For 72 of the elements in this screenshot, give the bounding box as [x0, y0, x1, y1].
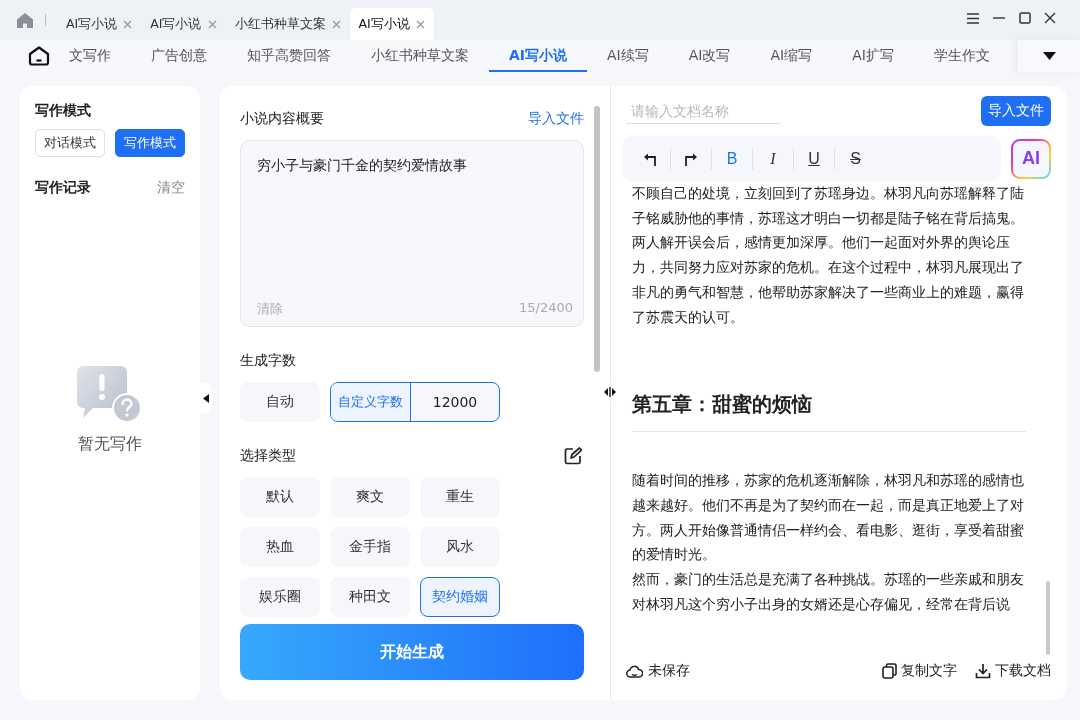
nav-tab[interactable]: 知乎高赞回答 [227, 40, 351, 72]
tab[interactable]: 小红书种草文案 [225, 8, 350, 40]
home-icon[interactable] [17, 12, 33, 28]
genre-option[interactable]: 娱乐圈 [240, 577, 320, 617]
nav-tab[interactable]: 学生作文 [913, 40, 1010, 72]
redo-icon [684, 151, 698, 166]
genre-option[interactable]: 热血 [240, 527, 320, 567]
scrollbar-thumb[interactable] [1046, 581, 1050, 655]
nav-tab[interactable]: AI写小说 [489, 40, 588, 72]
save-status: 未保存 [648, 662, 690, 680]
nav-tab[interactable]: AI缩写 [750, 40, 833, 72]
copy-icon [882, 663, 897, 679]
paragraph: 不顾自己的处境，立刻回到了苏瑶身边。林羽凡向苏瑶解释了陆子铭威胁他的事情，苏瑶这才明白一切都是陆子铭在背后搞鬼。两人解开误会后，感情更加深厚。他们一起面对外界的舆论压力，共同努力应对苏家的危机。在这个过程中，林羽凡展现出了非凡的勇气和智慧，他帮助苏家解决了一些商业上的难题，赢得了苏震天的认可。 [632, 184, 1025, 327]
field-label: 小说内容概要 [240, 110, 324, 128]
bold-button[interactable]: B [712, 147, 753, 170]
strike-button[interactable]: S [835, 147, 876, 170]
caret-left-icon [203, 393, 209, 403]
paragraph: 随着时间的推移，苏家的危机逐渐解除，林羽凡和苏瑶的感情也越来越好。他们不再是为了契约而在一起，而是真正地爱上了对方。两人开始像普通情侣一样约会、看电影、逛街，享受着甜蜜的爱情时光。 [632, 471, 1025, 565]
word-count-option[interactable]: 自动 [240, 382, 320, 422]
house-logo-icon[interactable] [28, 46, 50, 66]
summary-field[interactable]: 穷小子与豪门千金的契约爱情故事 清除 15/2400 [240, 140, 584, 327]
download-icon [975, 663, 991, 679]
nav-tab[interactable]: AI扩写 [832, 40, 914, 72]
nav-tab[interactable]: AI改写 [668, 40, 751, 72]
scrollbar-thumb[interactable] [594, 106, 600, 372]
section-title: 写作记录 [35, 179, 91, 197]
nav-tab[interactable]: AI续写 [587, 40, 669, 72]
nav-tab[interactable]: 文写作 [67, 40, 131, 72]
field-label: 生成字数 [240, 352, 296, 370]
clear-link[interactable]: 清空 [157, 179, 185, 197]
copy-text-button[interactable]: 复制文字 [882, 662, 957, 680]
genre-option[interactable]: 风水 [420, 527, 500, 567]
ai-button[interactable]: AI [1011, 138, 1051, 179]
tab[interactable]: AI写小说 [141, 8, 226, 40]
maximize-icon[interactable] [1019, 12, 1031, 24]
custom-count-field[interactable]: 自定义字数 12000 [330, 382, 500, 422]
empty-state-text: 暂无写作 [78, 434, 142, 455]
empty-message-icon [77, 366, 143, 424]
undo-icon [643, 151, 657, 166]
word-count-input[interactable]: 12000 [411, 383, 499, 421]
underline-button[interactable]: U [794, 147, 835, 170]
mode-button[interactable]: 对话模式 [35, 129, 105, 157]
cloud-icon [626, 664, 643, 678]
close-icon[interactable] [1044, 12, 1056, 24]
chapter-heading: 第五章：甜蜜的烦恼 [632, 391, 1026, 433]
download-text-button[interactable]: 下载文档 [975, 662, 1051, 680]
menu-icon[interactable] [967, 12, 979, 24]
field-label: 选择类型 [240, 447, 296, 465]
import-file-button[interactable]: 导入文件 [981, 96, 1051, 126]
nav-tab[interactable]: 小红书种草文案 [351, 40, 489, 72]
summary-input[interactable]: 穷小子与豪门千金的契约爱情故事 [257, 157, 573, 300]
custom-count-option[interactable]: 自定义字数 [331, 383, 411, 421]
paragraph: 然而，豪门的生活总是充满了各种挑战。苏瑶的一些亲戚和朋友对林羽凡这个穷小子出身的女婿还是心存偏见，经常在背后说 [632, 570, 1025, 614]
character-counter: 15/2400 [519, 300, 573, 317]
genre-option[interactable]: 爽文 [330, 477, 410, 517]
genre-option[interactable]: 契约婚姻 [420, 577, 500, 617]
mode-button[interactable]: 写作模式 [115, 129, 185, 157]
tab[interactable]: AI写小说 [349, 8, 434, 40]
italic-button[interactable]: I [753, 147, 794, 170]
split-arrows-icon [604, 387, 616, 397]
dropdown-button[interactable] [1018, 40, 1080, 72]
section-title: 写作模式 [35, 102, 92, 120]
genre-option[interactable]: 金手指 [330, 527, 410, 567]
genre-option[interactable]: 默认 [240, 477, 320, 517]
import-file-link[interactable]: 导入文件 [528, 110, 584, 128]
edit-icon[interactable] [564, 447, 582, 465]
collapse-handle[interactable] [200, 383, 212, 413]
genre-option[interactable]: 重生 [420, 477, 500, 517]
tab[interactable]: AI写小说 [57, 8, 142, 40]
caret-down-icon [1042, 52, 1056, 60]
nav-tab[interactable]: 广告创意 [131, 40, 227, 72]
genre-option[interactable]: 种田文 [330, 577, 410, 617]
